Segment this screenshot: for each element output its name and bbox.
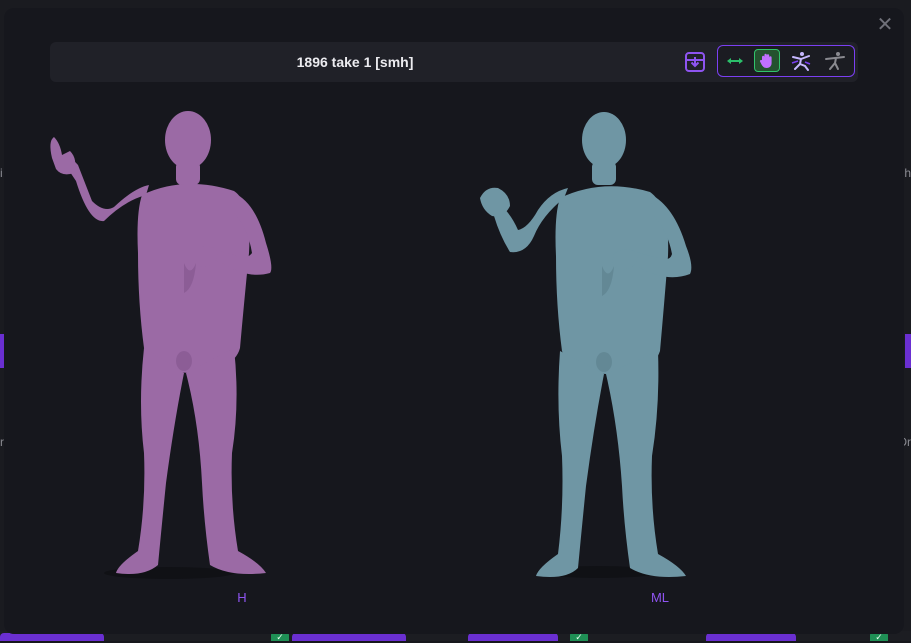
background-button bbox=[0, 633, 104, 641]
pose-figure-h bbox=[50, 111, 272, 579]
background-button bbox=[706, 633, 796, 641]
pose-comparison-modal: ✕ 1896 take 1 [smh] H ML bbox=[4, 8, 904, 634]
view-mode-toggle bbox=[717, 45, 855, 77]
figure-label-h: H bbox=[237, 590, 247, 605]
mode-button-flight[interactable] bbox=[822, 49, 848, 73]
hand-icon bbox=[759, 53, 772, 68]
mode-button-hand[interactable] bbox=[754, 49, 780, 72]
close-icon[interactable]: ✕ bbox=[877, 14, 894, 36]
close-button[interactable]: ✕ bbox=[876, 14, 894, 36]
figure-label-ml: ML bbox=[650, 590, 670, 605]
airplane-figure-icon bbox=[825, 52, 845, 70]
background-text-left: i bbox=[0, 166, 3, 180]
pose-figure-ml bbox=[480, 112, 692, 578]
download-tray-icon[interactable] bbox=[683, 51, 707, 73]
modal-toolbar: 1896 take 1 [smh] bbox=[50, 42, 858, 82]
retarget-arrows-icon bbox=[727, 58, 743, 64]
background-text-right: h bbox=[904, 166, 911, 180]
mode-button-body[interactable] bbox=[788, 49, 814, 73]
background-button bbox=[468, 633, 558, 641]
save-button[interactable] bbox=[683, 51, 707, 73]
dance-figure-icon bbox=[791, 52, 811, 71]
take-title: 1896 take 1 [smh] bbox=[296, 54, 414, 70]
background-button bbox=[292, 633, 406, 641]
background-accent-right bbox=[905, 334, 911, 368]
mode-button-retarget[interactable] bbox=[722, 49, 748, 73]
